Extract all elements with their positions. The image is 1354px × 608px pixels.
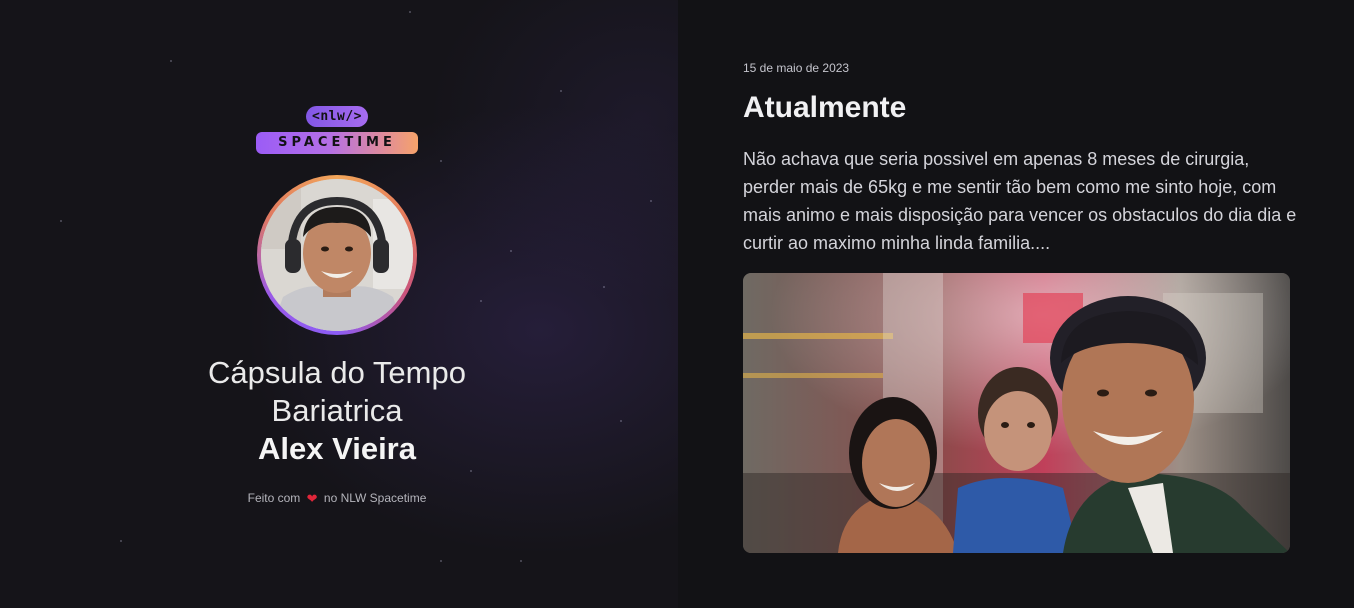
heart-icon: ❤ <box>306 491 318 506</box>
memory-text: Não achava que seria possivel em apenas … <box>743 149 1297 253</box>
person-photo-icon <box>261 179 413 331</box>
footer-credit: Feito com ❤ no NLW Spacetime <box>0 490 674 506</box>
avatar-photo <box>261 179 413 331</box>
title-line-1: Cápsula do Tempo <box>208 355 466 390</box>
avatar <box>257 175 417 335</box>
logo-tag: <nlw/> <box>306 106 368 127</box>
family-photo-icon <box>743 273 1290 553</box>
memory-title: Atualmente <box>743 91 907 124</box>
author-name: Alex Vieira <box>258 431 416 466</box>
title-line-2: Bariatrica <box>271 393 403 428</box>
memory-date: 15 de maio de 2023 <box>743 61 850 75</box>
left-panel: <nlw/> SPACETIME Cápsula do Tempo Bariat… <box>0 0 678 608</box>
memory-photo <box>743 273 1290 553</box>
memory-panel: 15 de maio de 2023 Atualmente Não achava… <box>678 0 1353 608</box>
capsule-title: Cápsula do Tempo Bariatrica Alex Vieira <box>0 354 674 468</box>
nlw-spacetime-logo: <nlw/> SPACETIME <box>256 106 418 156</box>
footer-suffix: no NLW Spacetime <box>323 491 427 505</box>
app-root: <nlw/> SPACETIME Cápsula do Tempo Bariat… <box>0 0 1354 608</box>
logo-wordmark: SPACETIME <box>256 132 418 154</box>
footer-prefix: Feito com <box>247 491 301 505</box>
